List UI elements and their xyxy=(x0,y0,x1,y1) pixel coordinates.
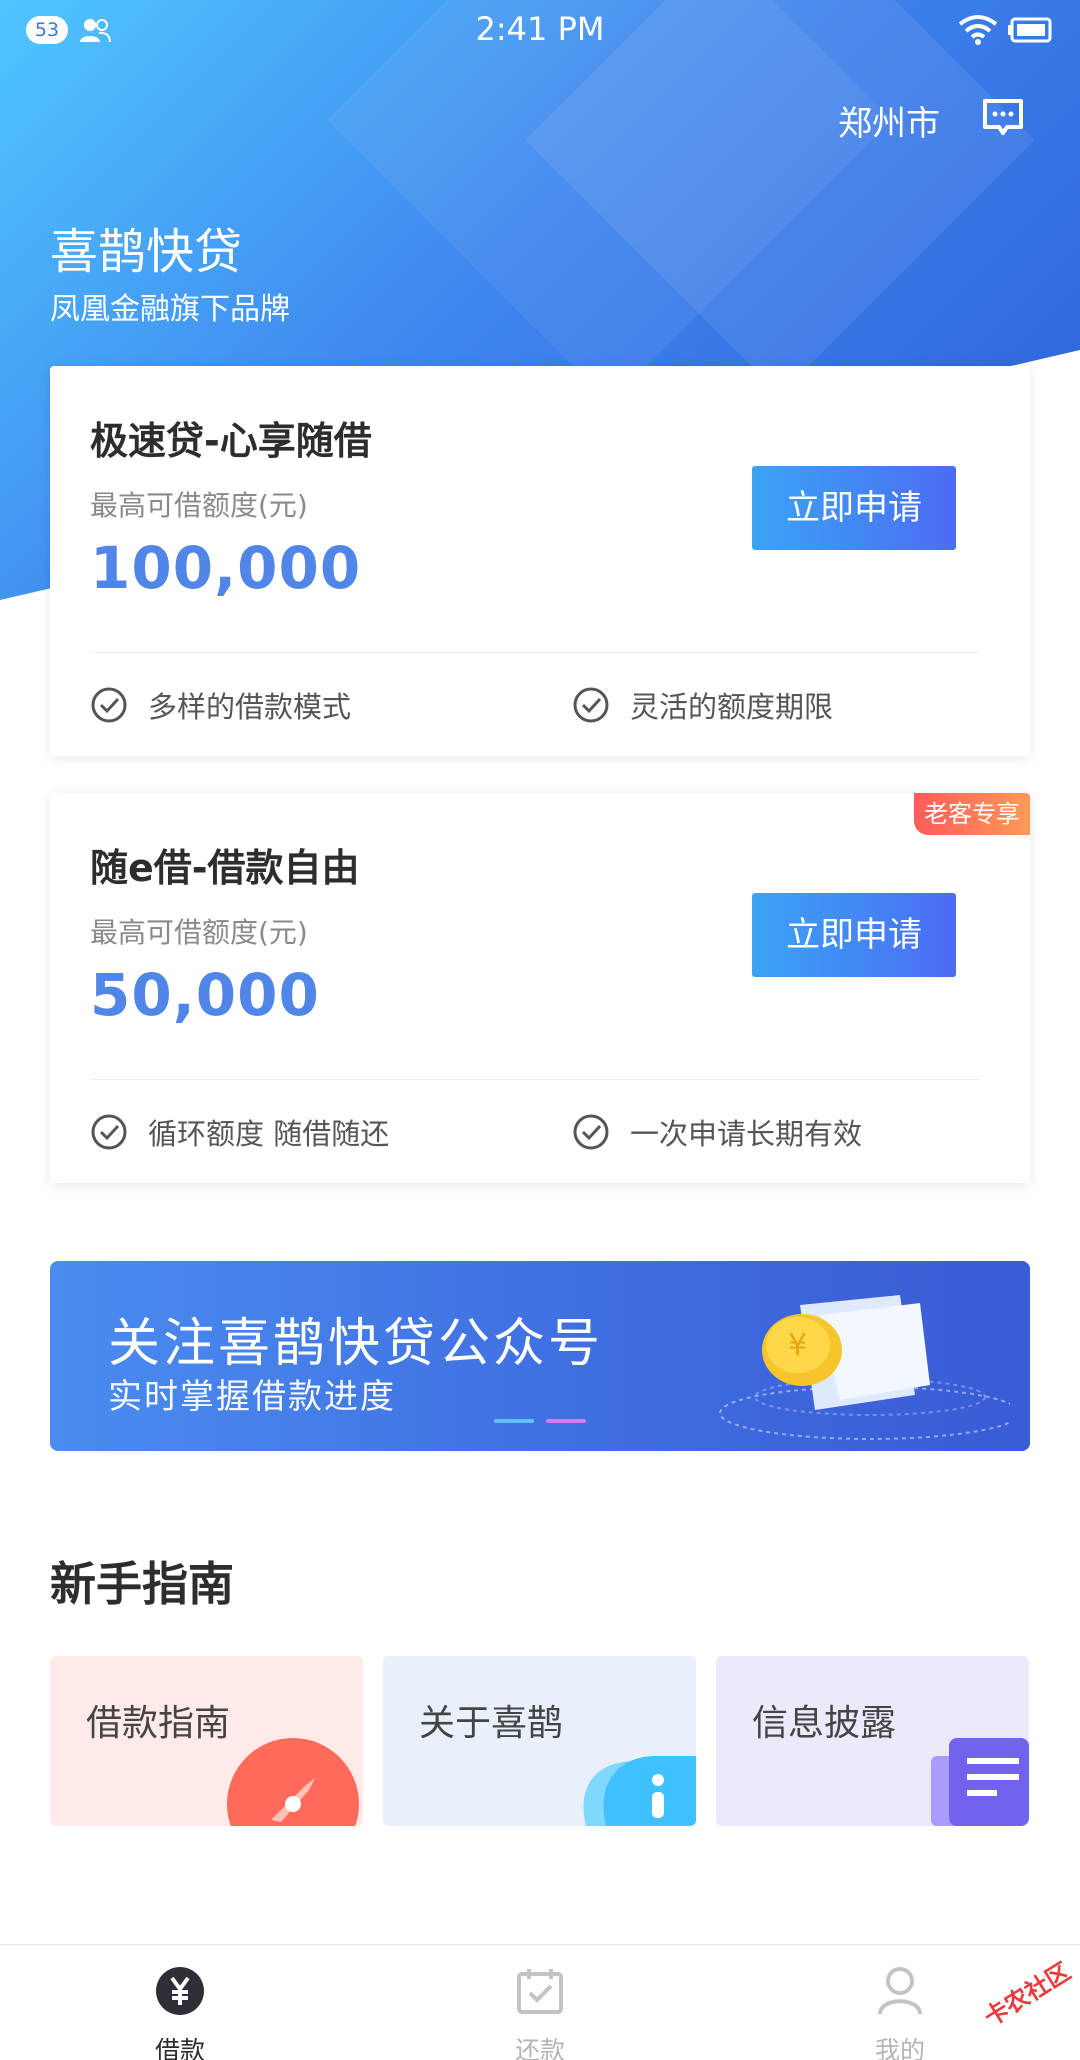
brand-name: 喜鹊快贷 xyxy=(50,224,243,280)
info-icon xyxy=(583,1756,696,1826)
bottom-tab-bar: 借款 还款 我的 xyxy=(0,1944,1080,2060)
loan-feature-label: 循环额度 随借随还 xyxy=(148,1117,390,1151)
guide-card-about[interactable]: 关于喜鹊 xyxy=(383,1656,696,1826)
guide-card-label: 借款指南 xyxy=(86,1703,231,1744)
message-icon[interactable] xyxy=(982,98,1024,138)
banner-subtitle: 实时掌握借款进度 xyxy=(108,1377,396,1417)
loan-amount: 50,000 xyxy=(90,961,320,1029)
yuan-icon xyxy=(156,1967,204,2015)
tab-label: 借款 xyxy=(154,2036,205,2060)
status-bar: 53 2:41 PM xyxy=(0,0,1080,60)
tab-label: 还款 xyxy=(514,2036,565,2060)
guide-card-label: 关于喜鹊 xyxy=(419,1703,564,1744)
person-icon xyxy=(878,1967,922,2015)
loan-feature-label: 一次申请长期有效 xyxy=(630,1117,863,1151)
guide-card-label: 信息披露 xyxy=(752,1703,897,1744)
battery-icon xyxy=(1008,17,1052,43)
loan-feature: 一次申请长期有效 xyxy=(572,1111,862,1153)
loan-title: 随e借-借款自由 xyxy=(90,846,360,890)
loan-feature: 多样的借款模式 xyxy=(90,684,351,726)
section-title: 新手指南 xyxy=(50,1557,234,1611)
returning-customer-tag: 老客专享 xyxy=(914,793,1030,835)
calendar-check-icon xyxy=(517,1969,563,2014)
loan-card-e-borrow[interactable]: 老客专享 随e借-借款自由 最高可借额度(元) 50,000 立即申请 循环额度… xyxy=(50,793,1030,1183)
loan-feature: 灵活的额度期限 xyxy=(572,684,833,726)
compass-icon xyxy=(227,1738,359,1826)
carousel-dot[interactable] xyxy=(546,1419,586,1423)
loan-feature: 循环额度 随借随还 xyxy=(90,1111,389,1153)
carousel-dot[interactable] xyxy=(494,1419,534,1423)
apply-button[interactable]: 立即申请 xyxy=(752,893,956,977)
loan-feature-label: 多样的借款模式 xyxy=(148,690,352,724)
document-icon xyxy=(931,1738,1029,1826)
city-selector[interactable]: 郑州市 xyxy=(838,96,940,145)
tab-label: 我的 xyxy=(874,2036,925,2060)
guide-card-borrow[interactable]: 借款指南 xyxy=(50,1656,363,1826)
svg-text:¥: ¥ xyxy=(788,1328,807,1363)
check-circle-icon xyxy=(91,1114,127,1150)
brand-subtitle: 凤凰金融旗下品牌 xyxy=(50,292,290,327)
tab-mine[interactable]: 我的 xyxy=(840,1965,960,2060)
wechat-follow-banner[interactable]: 关注喜鹊快贷公众号 实时掌握借款进度 ¥ xyxy=(50,1261,1030,1451)
divider xyxy=(90,652,980,653)
tab-borrow[interactable]: 借款 xyxy=(120,1965,240,2060)
loan-title: 极速贷-心享随借 xyxy=(90,419,372,463)
carousel-indicator[interactable] xyxy=(494,1419,586,1423)
loan-card-express[interactable]: 极速贷-心享随借 最高可借额度(元) 100,000 立即申请 多样的借款模式 … xyxy=(50,366,1030,756)
check-circle-icon xyxy=(573,687,609,723)
tab-repay[interactable]: 还款 xyxy=(480,1965,600,2060)
loan-limit-label: 最高可借额度(元) xyxy=(90,489,308,522)
banner-title: 关注喜鹊快贷公众号 xyxy=(108,1314,604,1374)
coin-document-icon: ¥ xyxy=(719,1295,1010,1440)
loan-amount: 100,000 xyxy=(90,534,362,602)
guide-card-disclosure[interactable]: 信息披露 xyxy=(716,1656,1029,1826)
apply-button[interactable]: 立即申请 xyxy=(752,466,956,550)
status-time: 2:41 PM xyxy=(475,10,605,48)
divider xyxy=(90,1079,980,1080)
loan-limit-label: 最高可借额度(元) xyxy=(90,916,308,949)
wifi-icon xyxy=(958,15,998,45)
loan-feature-label: 灵活的额度期限 xyxy=(630,690,834,724)
check-circle-icon xyxy=(91,687,127,723)
check-circle-icon xyxy=(573,1114,609,1150)
